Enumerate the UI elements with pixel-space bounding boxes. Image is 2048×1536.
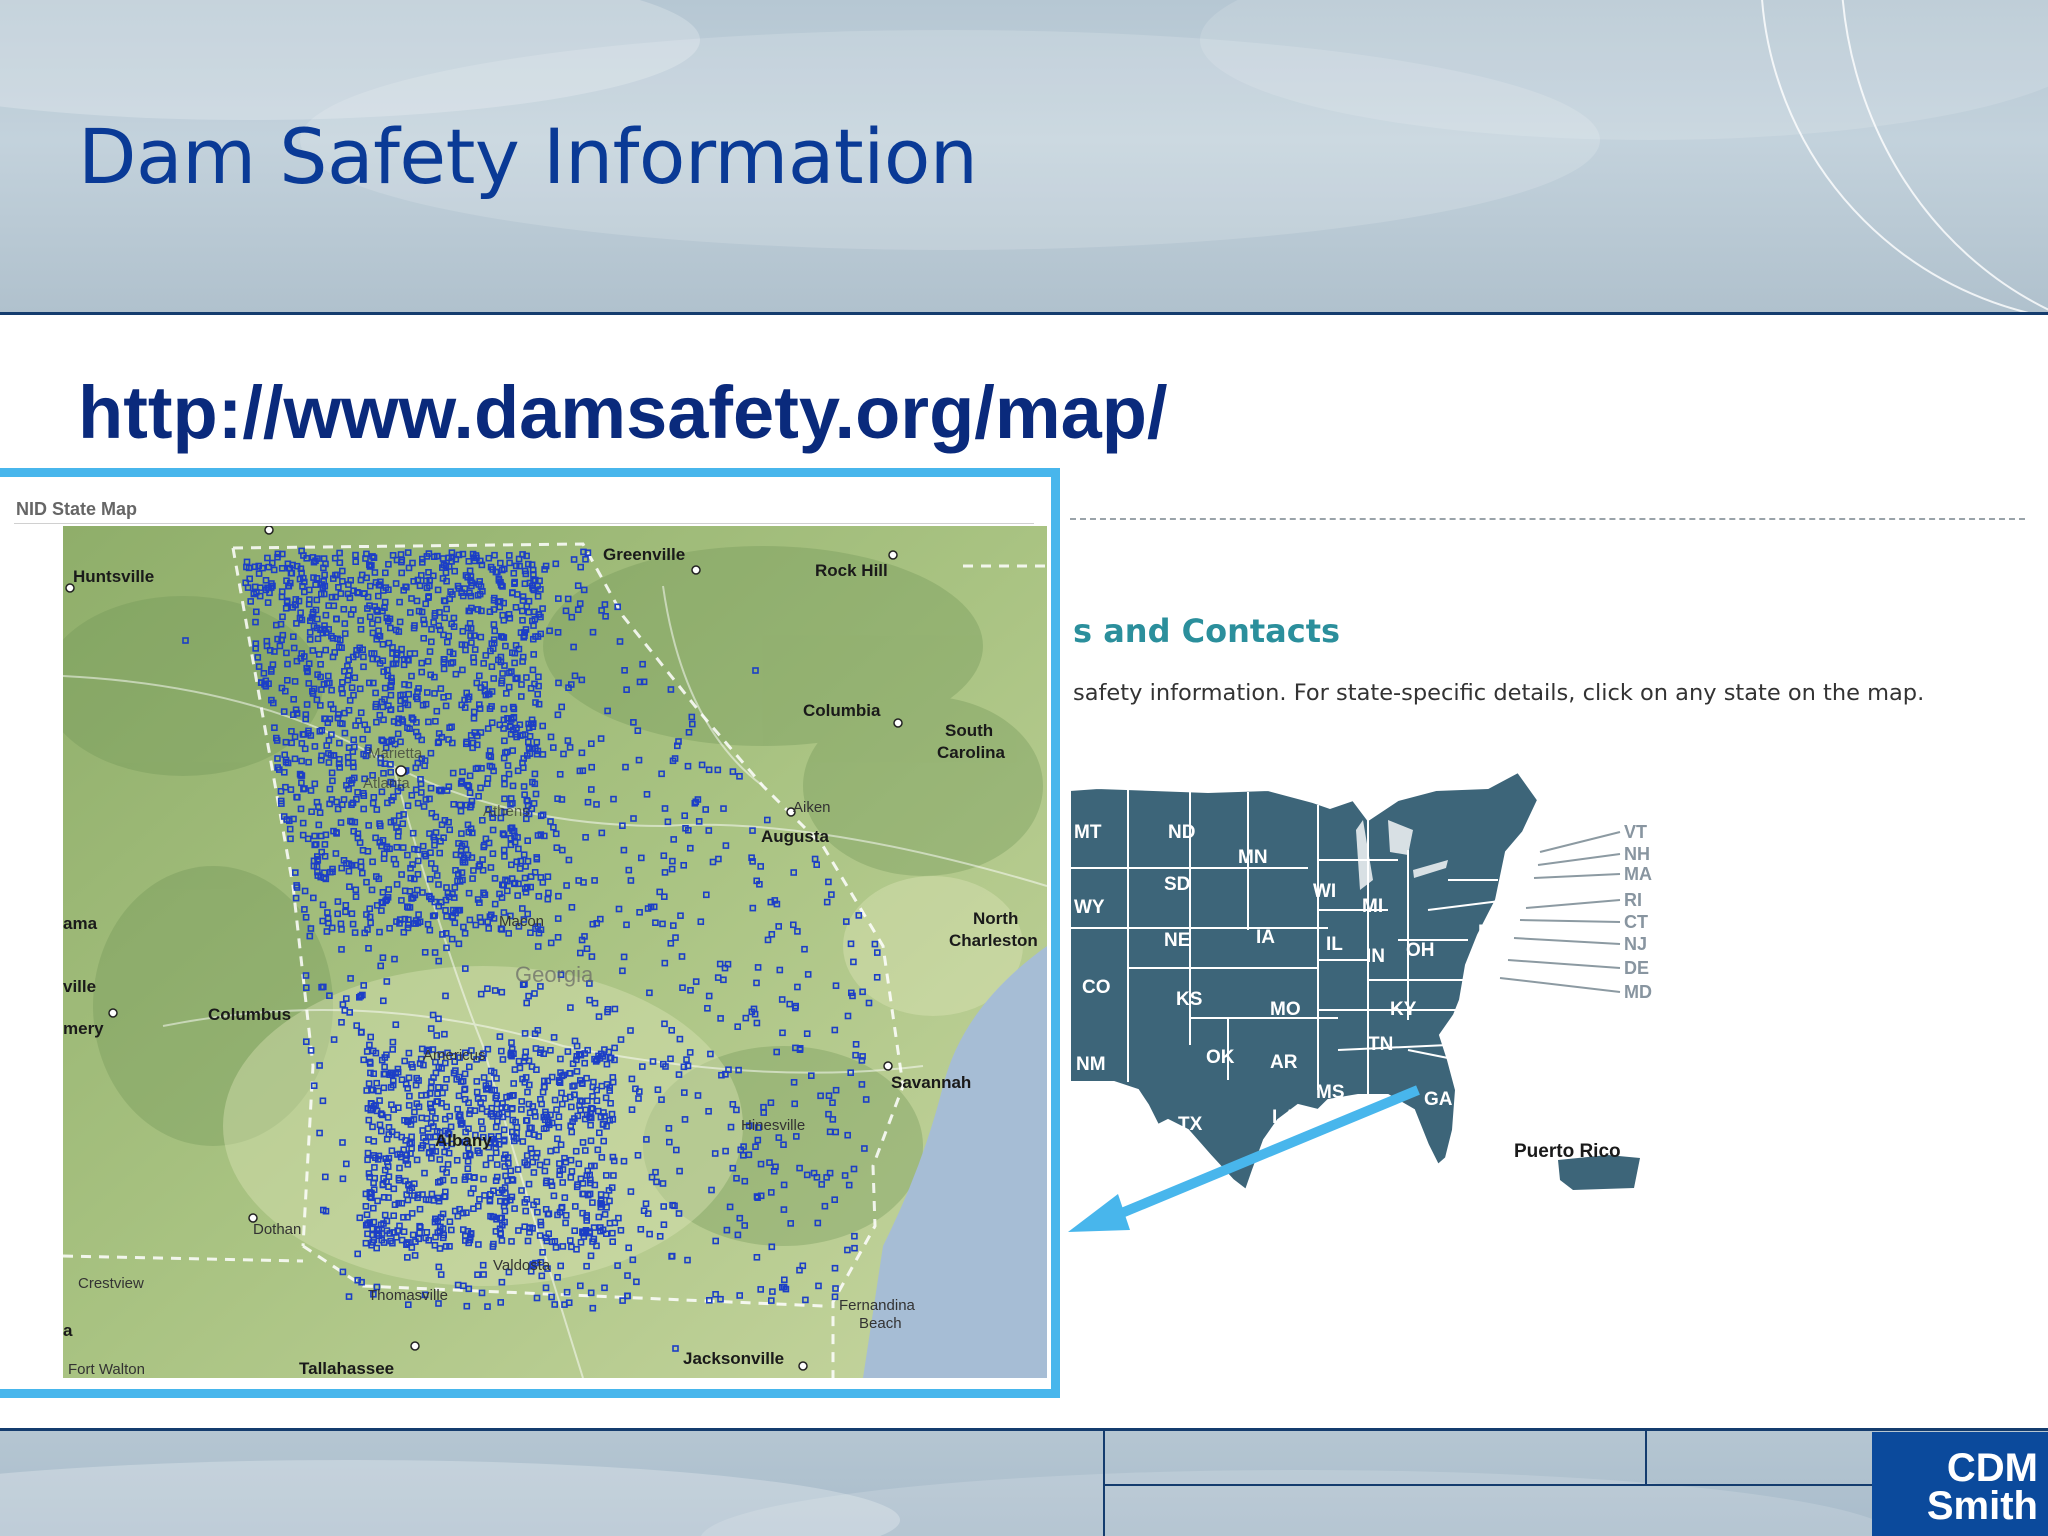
state-label-ar: AR xyxy=(1270,1052,1298,1073)
nid-map-title: NID State Map xyxy=(16,499,138,519)
state-label-nc: NC xyxy=(1480,1022,1508,1043)
callout-label-de: DE xyxy=(1624,958,1649,978)
state-label-mi: MI xyxy=(1362,896,1383,917)
state-label-nm: NM xyxy=(1076,1054,1106,1075)
info-text: safety information. For state-specific d… xyxy=(1073,680,1925,706)
callout-arrow xyxy=(1068,1085,1420,1232)
state-label-nd: ND xyxy=(1168,822,1195,843)
state-label-ks: KS xyxy=(1176,989,1202,1010)
page-heading-partial: s and Contacts xyxy=(1073,612,1341,650)
city-label-thomasville: Thomasville xyxy=(368,1287,448,1304)
state-label-ne: NE xyxy=(1164,930,1190,951)
footer-swoosh xyxy=(700,1470,1900,1536)
city-label-tallahassee: Tallahassee xyxy=(299,1359,394,1378)
logo-line-1: CDM xyxy=(1946,1446,2038,1490)
lake-superior xyxy=(1323,781,1398,805)
state-label-wy: WY xyxy=(1074,897,1105,918)
state-label-sc: SC xyxy=(1496,1062,1523,1083)
footer-divider xyxy=(1645,1430,1647,1486)
callout-label-ct: CT xyxy=(1624,912,1648,932)
city-label-athens: Athens xyxy=(483,803,530,820)
city-label-valdosta: Valdosta xyxy=(493,1257,551,1274)
city-label-atlanta: Atlanta xyxy=(363,775,410,792)
city-label-columbus: Columbus xyxy=(208,1005,291,1024)
callout-label-nj: NJ xyxy=(1624,934,1647,954)
state-label-ky: KY xyxy=(1390,999,1417,1020)
puerto-rico-label: Puerto Rico xyxy=(1514,1141,1621,1162)
state-label-mt: MT xyxy=(1074,822,1102,843)
state-label-il: IL xyxy=(1326,934,1343,955)
state-label-pa: PA xyxy=(1478,922,1503,943)
georgia-dam-map[interactable]: Huntsville Greenville Rock Hill Columbia Sou… xyxy=(63,526,1047,1378)
city-label-ama: ama xyxy=(63,914,98,933)
state-label-in: IN xyxy=(1366,946,1385,967)
state-label-sd: SD xyxy=(1164,874,1190,895)
callout-line xyxy=(1525,899,1621,909)
state-label-mo: MO xyxy=(1270,999,1301,1020)
callout-line xyxy=(1513,937,1621,945)
city-label-charleston: Charleston xyxy=(949,931,1038,950)
city-label-mery: mery xyxy=(63,1019,104,1038)
state-label-ok: OK xyxy=(1206,1047,1235,1068)
state-label-ia: IA xyxy=(1256,927,1275,948)
city-label-greenville: Greenville xyxy=(603,545,685,564)
header-divider xyxy=(0,312,2048,315)
city-label-columbia: Columbia xyxy=(803,701,881,720)
callout-label-ri: RI xyxy=(1624,890,1642,910)
state-label-ny: NY xyxy=(1510,872,1537,893)
callout-label-md: MD xyxy=(1624,982,1652,1002)
callout-line xyxy=(1507,959,1621,969)
slide-footer-band xyxy=(0,1430,2048,1536)
callout-line xyxy=(1519,919,1621,923)
city-label-north: North xyxy=(973,909,1018,928)
city-label-savannah: Savannah xyxy=(891,1073,971,1092)
title-rule xyxy=(14,523,1034,524)
city-label-hinesville: Hinesville xyxy=(741,1117,805,1134)
city-label-rock-hill: Rock Hill xyxy=(815,561,888,580)
city-label-fernandina: Fernandina xyxy=(839,1297,916,1314)
city-label-south: South xyxy=(945,721,993,740)
callout-label-nh: NH xyxy=(1624,844,1650,864)
city-label-ville: ville xyxy=(63,977,96,996)
footer-divider xyxy=(1103,1430,1105,1536)
callout-line xyxy=(1539,831,1621,853)
logo-line-2: Smith xyxy=(1926,1484,2038,1528)
city-label-macon: Macon xyxy=(499,913,544,930)
slide-title: Dam Safety Information xyxy=(78,112,978,201)
city-label-marietta: Marietta xyxy=(368,745,423,762)
state-label-tn: TN xyxy=(1368,1034,1393,1055)
callout-line xyxy=(1533,873,1621,879)
city-label-georgia: Georgia xyxy=(515,962,594,987)
state-label-me: ME xyxy=(1570,802,1599,823)
city-label-huntsville: Huntsville xyxy=(73,567,154,586)
callout-label-ma: MA xyxy=(1624,864,1652,884)
dashed-divider xyxy=(1070,518,2025,520)
city-label-crestview: Crestview xyxy=(78,1275,144,1292)
city-label-fort-walton: Fort Walton xyxy=(68,1361,145,1378)
city-label-albany: Albany xyxy=(435,1131,492,1150)
state-label-oh: OH xyxy=(1406,940,1435,961)
city-label-dothan: Dothan xyxy=(253,1221,301,1238)
state-label-co: CO xyxy=(1082,977,1111,998)
city-label-jacksonville: Jacksonville xyxy=(683,1349,784,1368)
city-label-augusta: Augusta xyxy=(761,827,830,846)
damsafety-url[interactable]: http://www.damsafety.org/map/ xyxy=(78,370,1168,455)
state-label-mn: MN xyxy=(1238,847,1268,868)
footer-divider xyxy=(1103,1484,1873,1486)
callout-line xyxy=(1537,853,1621,866)
city-label-americus: Americus xyxy=(423,1047,486,1064)
city-label-aiken: Aiken xyxy=(793,799,831,816)
state-label-wi: WI xyxy=(1313,881,1336,902)
callout-label-vt: VT xyxy=(1624,822,1647,842)
state-label-va: VA xyxy=(1504,974,1529,995)
city-label-a: a xyxy=(63,1321,73,1340)
state-label-fl: FL xyxy=(1460,1164,1484,1185)
footer-top-line xyxy=(0,1428,2048,1431)
city-label-carolina: Carolina xyxy=(937,743,1006,762)
city-label-beach: Beach xyxy=(859,1315,902,1332)
cdm-smith-logo: CDM Smith xyxy=(1872,1432,2048,1536)
